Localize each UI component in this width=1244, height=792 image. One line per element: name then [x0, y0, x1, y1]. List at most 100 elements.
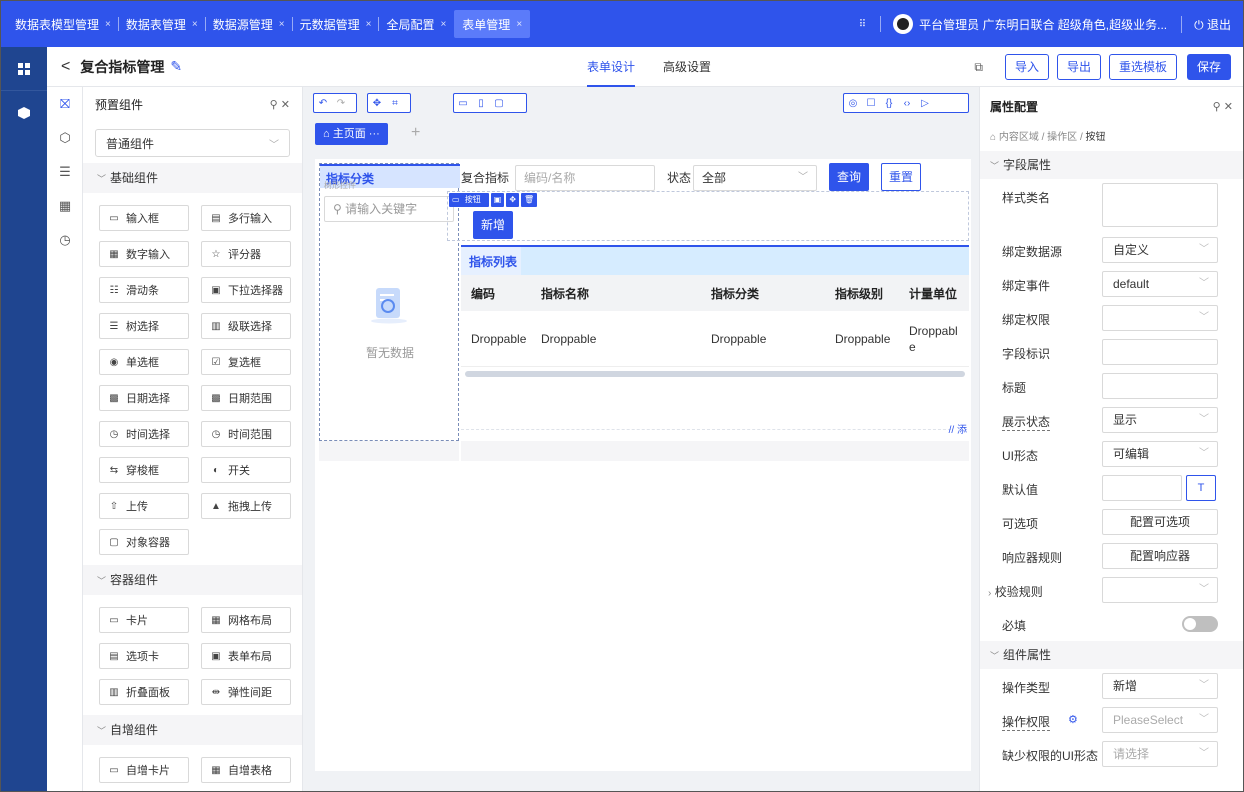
grid-icon[interactable]	[1, 47, 47, 91]
page-tab-main[interactable]: ⌂ 主页面 ···	[315, 123, 388, 145]
component-item[interactable]: ▩ 日期范围	[201, 385, 291, 411]
code-icon[interactable]: ‹›	[898, 98, 916, 109]
close-icon[interactable]: ×	[192, 19, 198, 30]
configure-options-button[interactable]: 配置可选项	[1102, 509, 1218, 535]
tree-search-input[interactable]: ⚲ 请输入关键字	[324, 196, 454, 222]
tab-global-config[interactable]: 全局配置 ×	[382, 1, 450, 47]
close-icon[interactable]: ×	[105, 19, 111, 30]
move-icon[interactable]: ✥	[368, 98, 386, 109]
save-button[interactable]: 保存	[1186, 54, 1231, 80]
component-item[interactable]: ▤ 选项卡	[99, 643, 189, 669]
outline-icon[interactable]: ☰	[47, 155, 83, 189]
component-item[interactable]: ▭ 输入框	[99, 205, 189, 231]
table-tab[interactable]: 指标列表	[461, 245, 969, 275]
close-icon[interactable]: ×	[516, 19, 522, 30]
required-toggle[interactable]	[1182, 616, 1218, 632]
category-select[interactable]: 普通组件 ﹀	[95, 129, 290, 157]
validation-select[interactable]: ﹀	[1102, 577, 1218, 603]
component-item[interactable]: ◷ 时间范围	[201, 421, 291, 447]
apps-icon[interactable]: ⠿	[859, 19, 866, 30]
close-icon[interactable]: ×	[279, 19, 285, 30]
crumb-operation-area[interactable]: 操作区	[1047, 132, 1077, 143]
tab-data-model[interactable]: 数据表模型管理 ×	[11, 1, 115, 47]
status-select[interactable]: 全部 ﹀	[693, 165, 817, 191]
component-item[interactable]: ◐ 开关	[201, 457, 291, 483]
component-item[interactable]: ◷ 时间选择	[99, 421, 189, 447]
tab-metadata[interactable]: 元数据管理 ×	[296, 1, 376, 47]
text-type-button[interactable]: T	[1186, 475, 1216, 501]
components-icon[interactable]: ⛝	[47, 87, 83, 121]
tab-data-source[interactable]: 数据源管理 ×	[209, 1, 289, 47]
component-item[interactable]: ▭ 卡片	[99, 607, 189, 633]
component-item[interactable]: ▣ 表单布局	[201, 643, 291, 669]
tree-control[interactable]: 指标分类 树形控件 ⚲ 请输入关键字 暂无数据	[319, 163, 460, 441]
mobile-icon[interactable]: ▯	[472, 98, 490, 109]
move-icon[interactable]: ✥	[506, 193, 520, 207]
reselect-template-button[interactable]: 重选模板	[1108, 54, 1177, 80]
copy-icon[interactable]: ▣	[490, 193, 505, 207]
component-item[interactable]: ▥ 级联选择	[201, 313, 291, 339]
template-icon[interactable]: ▦	[47, 189, 83, 223]
display-state-select[interactable]: 显示 ﹀	[1102, 407, 1218, 433]
component-item[interactable]: ▢ 对象容器	[99, 529, 189, 555]
user-info[interactable]: 平台管理员 广东明日联合 超级角色,超级业务...	[919, 16, 1167, 33]
box-icon[interactable]: ⬡	[47, 121, 83, 155]
resize-icon[interactable]: ⌗	[386, 98, 404, 109]
edit-icon[interactable]: ✎	[170, 58, 182, 75]
query-button[interactable]: 查询	[829, 163, 869, 191]
no-permission-ui-select[interactable]: 请选择 ﹀	[1102, 741, 1218, 767]
title-input[interactable]	[1102, 373, 1218, 399]
component-item[interactable]: ☷ 滑动条	[99, 277, 189, 303]
preview-icon[interactable]: ▷	[916, 98, 934, 109]
tab-form-management[interactable]: 表单管理 ×	[454, 10, 531, 38]
avatar[interactable]	[893, 14, 914, 34]
close-icon[interactable]: ×	[440, 19, 446, 30]
component-group-header[interactable]: ﹀ 自增组件	[83, 715, 302, 745]
component-item[interactable]: ▦ 自增表格	[201, 757, 291, 783]
reset-button[interactable]: 重置	[881, 163, 921, 191]
indicator-search-input[interactable]: 编码/名称	[515, 165, 655, 191]
tablet-icon[interactable]: ▢	[490, 98, 508, 109]
component-item[interactable]: ▤ 多行输入	[201, 205, 291, 231]
back-button[interactable]: <	[61, 58, 70, 76]
component-item[interactable]: ☑ 复选框	[201, 349, 291, 375]
tab-data-table[interactable]: 数据表管理 ×	[122, 1, 202, 47]
undo-icon[interactable]: ↶	[314, 98, 332, 109]
component-group-header[interactable]: ﹀ 容器组件	[83, 565, 302, 595]
redo-icon[interactable]: ↷	[332, 98, 350, 109]
json-icon[interactable]: {}	[880, 98, 898, 109]
component-item[interactable]: ▩ 日期选择	[99, 385, 189, 411]
frame-icon[interactable]: ☐	[862, 98, 880, 109]
horizontal-scrollbar[interactable]	[465, 371, 965, 377]
component-item[interactable]: ☰ 树选择	[99, 313, 189, 339]
component-item[interactable]: ⇆ 穿梭框	[99, 457, 189, 483]
configure-responder-button[interactable]: 配置响应器	[1102, 543, 1218, 569]
ui-mode-select[interactable]: 可编辑 ﹀	[1102, 441, 1218, 467]
field-props-group[interactable]: ﹀ 字段属性	[980, 151, 1243, 179]
operation-type-select[interactable]: 新增 ﹀	[1102, 673, 1218, 699]
desktop-icon[interactable]: ▭	[454, 98, 472, 109]
component-group-header[interactable]: ﹀ 基础组件	[83, 163, 302, 193]
component-item[interactable]: ▦ 网格布局	[201, 607, 291, 633]
table-row[interactable]: Droppable Droppable Droppable Droppable …	[461, 311, 969, 367]
prop-label[interactable]: › 校验规则	[988, 583, 1043, 600]
component-item[interactable]: ▥ 折叠面板	[99, 679, 189, 705]
component-item[interactable]: ▦ 数字输入	[99, 241, 189, 267]
gear-icon[interactable]: ⚙	[1068, 713, 1078, 726]
crumb-content-area[interactable]: 内容区域	[999, 132, 1039, 143]
history-icon[interactable]: ◷	[47, 223, 83, 257]
tab-advanced-settings[interactable]: 高级设置	[663, 47, 711, 87]
permission-select[interactable]: ﹀	[1102, 305, 1218, 331]
style-class-textarea[interactable]	[1102, 183, 1218, 227]
add-page-icon[interactable]: +	[411, 123, 420, 143]
logout-button[interactable]: ⏻ 退出	[1181, 15, 1231, 33]
event-select[interactable]: default ﹀	[1102, 271, 1218, 297]
component-item[interactable]: ▲ 拖拽上传	[201, 493, 291, 519]
component-item[interactable]: ⇧ 上传	[99, 493, 189, 519]
component-item[interactable]: ⇹ 弹性间距	[201, 679, 291, 705]
palette-icon[interactable]: ◎	[844, 98, 862, 109]
component-item[interactable]: ☆ 评分器	[201, 241, 291, 267]
component-item[interactable]: ▭ 自增卡片	[99, 757, 189, 783]
close-icon[interactable]: ×	[366, 19, 372, 30]
data-source-select[interactable]: 自定义 ﹀	[1102, 237, 1218, 263]
